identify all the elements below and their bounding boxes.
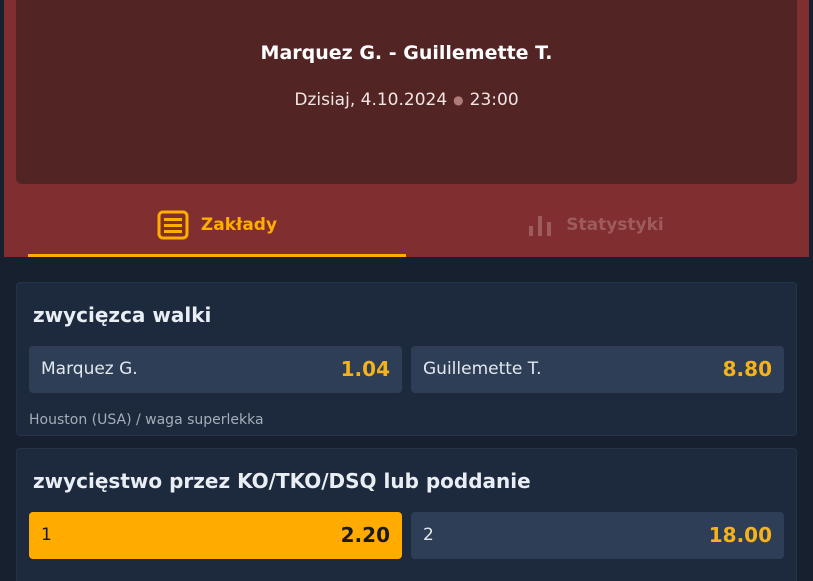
selection-odds: 8.80: [722, 357, 772, 381]
odd-button-1[interactable]: 1 2.20: [29, 512, 402, 559]
list-icon: [157, 210, 189, 240]
odd-button-marquez[interactable]: Marquez G. 1.04: [29, 346, 402, 393]
tab-bets[interactable]: Zakłady: [28, 200, 406, 257]
selection-odds: 1.04: [340, 357, 390, 381]
match-title: Marquez G. - Guillemette T.: [260, 42, 553, 64]
selection-name: 2: [423, 525, 434, 545]
bar-chart-icon: [529, 216, 552, 236]
event-header: Marquez G. - Guillemette T. Dzisiaj, 4.1…: [4, 0, 809, 257]
market-fight-winner: zwycięzca walki Marquez G. 1.04 Guilleme…: [16, 282, 797, 436]
selection-name: Guillemette T.: [423, 359, 542, 379]
selection-name: Marquez G.: [41, 359, 138, 379]
odd-button-2[interactable]: 2 18.00: [411, 512, 784, 559]
event-hero: Marquez G. - Guillemette T. Dzisiaj, 4.1…: [16, 0, 797, 184]
tab-stats[interactable]: Statystyki: [406, 200, 784, 257]
tab-bets-label: Zakłady: [200, 215, 278, 235]
selection-name: 1: [41, 525, 52, 545]
selection-odds: 18.00: [708, 523, 772, 547]
match-time: 23:00: [469, 90, 519, 110]
selection-odds: 2.20: [340, 523, 390, 547]
dot-separator: ●: [453, 93, 464, 107]
match-day: Dzisiaj, 4.10.2024: [294, 90, 448, 110]
market-ko-submission: zwycięstwo przez KO/TKO/DSQ lub poddanie…: [16, 448, 797, 581]
tab-stats-label: Statystyki: [566, 215, 664, 235]
market-title: zwycięstwo przez KO/TKO/DSQ lub poddanie: [33, 469, 531, 493]
event-info: Houston (USA) / waga superlekka: [29, 412, 264, 428]
market-title: zwycięzca walki: [33, 303, 212, 327]
odd-button-guillemette[interactable]: Guillemette T. 8.80: [411, 346, 784, 393]
tab-bar: Zakłady Statystyki: [28, 200, 784, 257]
match-datetime: Dzisiaj, 4.10.2024 ● 23:00: [16, 90, 797, 110]
